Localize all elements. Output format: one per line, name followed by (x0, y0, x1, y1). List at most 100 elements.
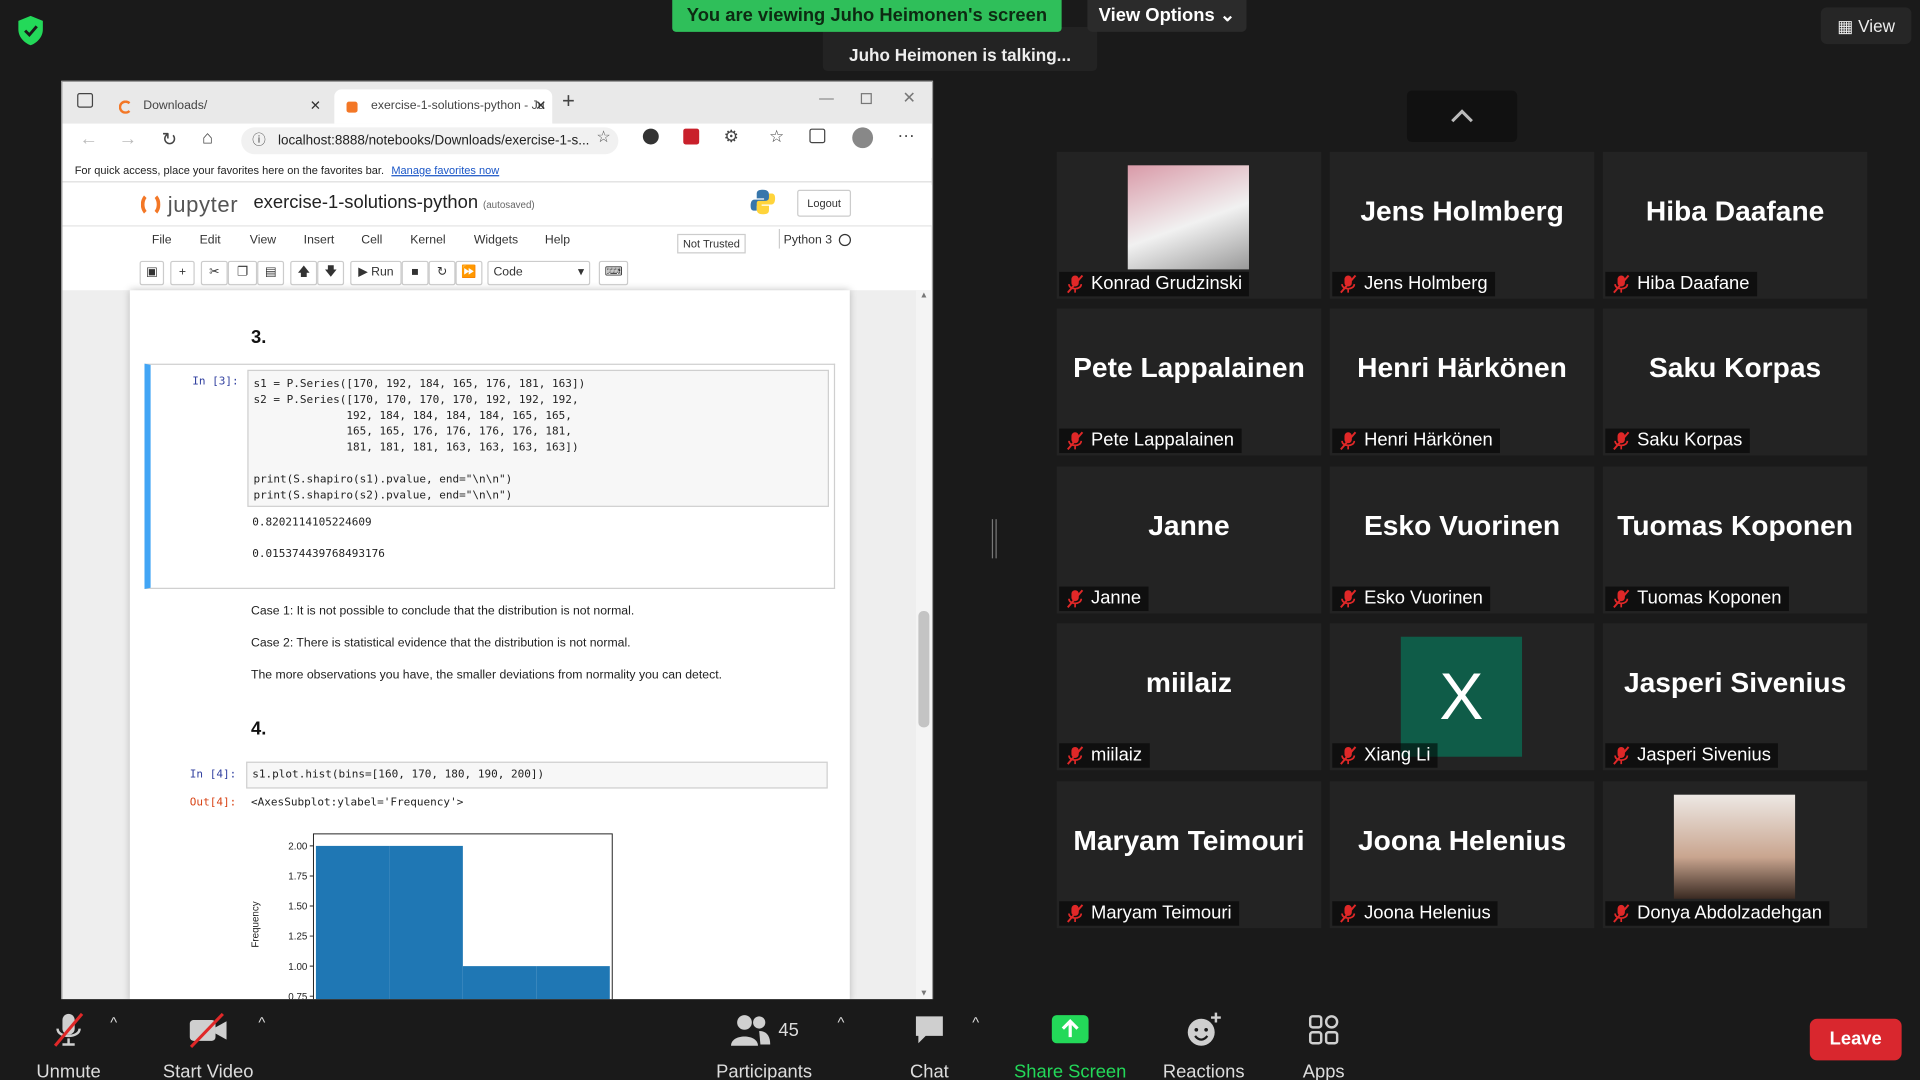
security-shield-icon[interactable] (12, 12, 49, 49)
participant-name-label: Hiba Daafane (1605, 271, 1757, 297)
move-down-icon[interactable]: 🡇 (317, 260, 345, 286)
menu-file[interactable]: File (152, 234, 172, 247)
participant-tile[interactable]: Tuomas Koponen Tuomas Koponen (1602, 466, 1868, 614)
share-screen-label: Share Screen (1014, 1061, 1127, 1080)
jupyter-logo[interactable]: jupyter (168, 192, 238, 218)
menu-view[interactable]: View (250, 234, 276, 247)
cell-type-select[interactable]: Code ▾ (487, 260, 591, 286)
notebook-title[interactable]: exercise-1-solutions-python (autosaved) (253, 192, 534, 213)
tab-actions-icon[interactable] (77, 93, 94, 108)
participant-tile[interactable]: Esko Vuorinen Esko Vuorinen (1329, 466, 1595, 614)
url-field[interactable]: ⓘ localhost:8888/notebooks/Downloads/exe… (241, 127, 619, 155)
home-icon[interactable]: ⌂ (202, 127, 213, 148)
participant-tile[interactable]: Donya Abdolzadehgan (1602, 781, 1868, 929)
profile-avatar[interactable] (852, 127, 874, 149)
video-options-icon[interactable]: ^ (258, 1014, 265, 1031)
pdf-extension-icon[interactable] (683, 128, 700, 145)
scroll-up-icon[interactable]: ▲ (920, 291, 928, 300)
more-icon[interactable]: ··· (898, 125, 915, 145)
participant-tile[interactable]: Janne Janne (1056, 466, 1322, 614)
apps-button[interactable]: Apps (1262, 1009, 1384, 1080)
mic-muted-icon (1340, 431, 1357, 451)
participant-avatar: X (1400, 636, 1523, 757)
participant-tile[interactable]: Henri Härkönen Henri Härkönen (1329, 308, 1595, 456)
back-icon[interactable]: ← (80, 129, 98, 150)
participant-name-label: Konrad Grudzinski (1059, 271, 1250, 297)
gallery-up-button[interactable] (1406, 90, 1518, 143)
favorites-icon[interactable]: ☆ (769, 126, 784, 147)
forward-icon[interactable]: → (119, 129, 137, 150)
menu-edit[interactable]: Edit (200, 234, 221, 247)
participant-tile[interactable]: Jasperi Sivenius Jasperi Sivenius (1602, 623, 1868, 771)
restart-icon[interactable]: ↻ (428, 260, 456, 286)
participant-tile[interactable]: Saku Korpas Saku Korpas (1602, 308, 1868, 456)
save-icon[interactable]: ▣ (139, 260, 165, 286)
share-screen-button[interactable]: Share Screen (1009, 1009, 1131, 1080)
move-up-icon[interactable]: 🡅 (290, 260, 318, 286)
view-options-button[interactable]: View Options ⌄ (1087, 0, 1247, 32)
participant-name: Saku Korpas (1637, 429, 1743, 451)
favorites-bar: For quick access, place your favorites h… (62, 158, 932, 183)
output-text: <AxesSubplot:ylabel='Frequency'> (251, 797, 464, 810)
chat-options-icon[interactable]: ^ (972, 1014, 979, 1031)
menu-help[interactable]: Help (545, 234, 570, 247)
close-tab-icon[interactable]: ✕ (310, 89, 321, 123)
keyboard-icon[interactable]: ⌨ (598, 260, 629, 286)
output-line: 0.015374439768493176 (252, 548, 385, 561)
new-tab-icon[interactable]: + (562, 88, 575, 114)
menu-cell[interactable]: Cell (361, 234, 382, 247)
manage-favorites-link[interactable]: Manage favorites now (391, 164, 499, 176)
code-cell-3[interactable]: In [3]: s1 = P.Series([170, 192, 184, 16… (144, 363, 836, 589)
insert-cell-icon[interactable]: + (170, 260, 195, 286)
participant-tile[interactable]: Hiba Daafane Hiba Daafane (1602, 151, 1868, 299)
stop-icon[interactable]: ■ (401, 260, 429, 286)
viewing-banner: You are viewing Juho Heimonen's screen (672, 0, 1062, 32)
view-button[interactable]: ▦ View (1820, 7, 1912, 45)
mic-muted-icon (1613, 746, 1630, 765)
tab-notebook[interactable]: exercise-1-solutions-python - Ju ✕ (334, 89, 553, 124)
code-editor[interactable]: s1 = P.Series([170, 192, 184, 165, 176, … (247, 369, 829, 507)
extensions-icon[interactable]: ⚙ (724, 126, 739, 147)
participant-name: Joona Helenius (1364, 902, 1491, 924)
close-window-icon[interactable]: ✕ (902, 88, 915, 108)
participant-tile[interactable]: Jens Holmberg Jens Holmberg (1329, 151, 1595, 299)
start-video-button[interactable]: Start Video (147, 1009, 269, 1080)
scrollbar-thumb[interactable] (918, 611, 930, 728)
minimize-icon[interactable]: — (819, 89, 834, 106)
collections-icon[interactable] (809, 128, 826, 144)
audio-options-icon[interactable]: ^ (110, 1014, 117, 1031)
paste-icon[interactable]: ▤ (257, 260, 285, 286)
participant-tile[interactable]: X Xiang Li (1329, 623, 1595, 771)
menu-insert[interactable]: Insert (304, 234, 335, 247)
scroll-down-icon[interactable]: ▼ (920, 989, 928, 998)
leave-button[interactable]: Leave (1809, 1018, 1902, 1061)
extension-icon[interactable] (642, 128, 659, 145)
cut-icon[interactable]: ✂ (200, 260, 228, 286)
participant-tile[interactable]: Maryam Teimouri Maryam Teimouri (1056, 781, 1322, 929)
not-trusted-badge[interactable]: Not Trusted (677, 233, 746, 254)
mic-muted-icon (1067, 431, 1084, 451)
code-editor[interactable]: s1.plot.hist(bins=[160, 170, 180, 190, 2… (246, 761, 828, 789)
run-button[interactable]: ▶ Run (350, 260, 402, 286)
reactions-button[interactable]: Reactions (1142, 1009, 1264, 1080)
add-favorite-icon[interactable]: ☆ (596, 127, 610, 147)
participant-name: miilaiz (1091, 744, 1143, 766)
participant-tile[interactable]: Konrad Grudzinski (1056, 151, 1322, 299)
menu-kernel[interactable]: Kernel (410, 234, 445, 247)
participants-button[interactable]: 45 Participants (703, 1009, 825, 1080)
participant-tile[interactable]: Pete Lappalainen Pete Lappalainen (1056, 308, 1322, 456)
fast-forward-icon[interactable]: ⏩ (455, 260, 483, 286)
logout-button[interactable]: Logout (797, 189, 852, 217)
tab-downloads[interactable]: Downloads/ ✕ (107, 89, 323, 123)
participants-options-icon[interactable]: ^ (838, 1014, 845, 1031)
close-tab-icon[interactable]: ✕ (535, 89, 546, 123)
panel-splitter[interactable] (991, 519, 997, 559)
participant-tile[interactable]: Joona Helenius Joona Helenius (1329, 781, 1595, 929)
maximize-icon[interactable] (860, 93, 872, 105)
participant-name: Janne (1091, 587, 1142, 609)
menu-widgets[interactable]: Widgets (474, 234, 518, 247)
copy-icon[interactable]: ❐ (227, 260, 258, 286)
refresh-icon[interactable]: ↻ (162, 129, 177, 151)
play-icon: ▶ (358, 265, 368, 280)
participant-tile[interactable]: miilaiz miilaiz (1056, 623, 1322, 771)
